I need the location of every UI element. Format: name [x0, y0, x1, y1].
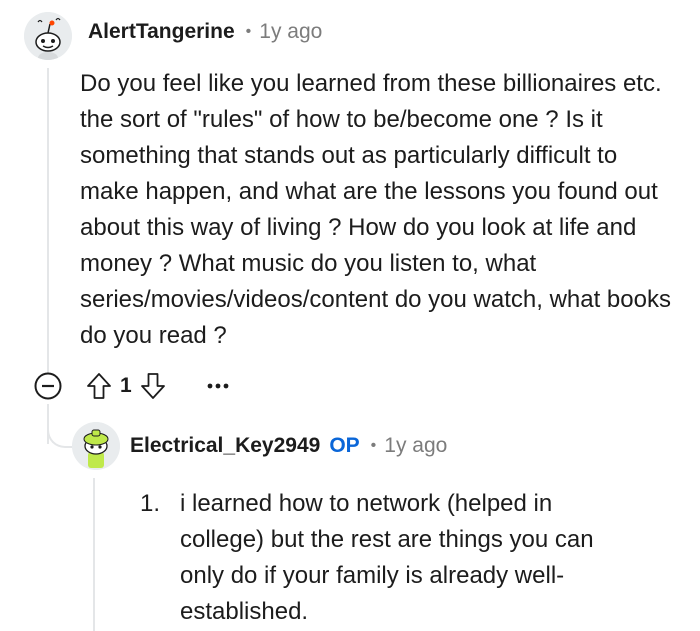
upvote-arrow-icon[interactable]: [86, 372, 112, 400]
snoo-avatar-icon: [24, 12, 72, 60]
comment-header: AlertTangerine • 1y ago: [88, 20, 322, 44]
collapse-minus-icon[interactable]: [34, 372, 62, 400]
avatar[interactable]: [24, 12, 72, 60]
separator-dot: •: [245, 23, 252, 40]
reply-avatar[interactable]: [72, 422, 120, 470]
thread-line-main: [47, 68, 49, 374]
reply-header: Electrical_Key2949 OP • 1y ago: [130, 434, 447, 458]
comment-timestamp: 1y ago: [259, 20, 323, 43]
thread-line-reply: [93, 478, 95, 631]
snoo-green-avatar-icon: [72, 422, 120, 470]
more-dots-icon[interactable]: [206, 382, 230, 390]
op-badge: OP: [329, 434, 360, 457]
reply-timestamp: 1y ago: [384, 434, 448, 457]
reply-body-list: 1. i learned how to network (helped in c…: [140, 486, 640, 630]
comment-actions: 1: [34, 372, 230, 400]
reply-body: i learned how to network (helped in coll…: [180, 490, 594, 625]
separator-dot: •: [370, 437, 377, 454]
list-item: 1. i learned how to network (helped in c…: [140, 486, 640, 630]
comment-username[interactable]: AlertTangerine: [88, 20, 235, 44]
comment-body: Do you feel like you learned from these …: [80, 70, 671, 349]
vote-count: 1: [120, 374, 132, 397]
thread-connector: [47, 420, 73, 448]
reply-username[interactable]: Electrical_Key2949: [130, 434, 320, 458]
list-number: 1.: [140, 490, 161, 517]
downvote-arrow-icon[interactable]: [140, 372, 166, 400]
